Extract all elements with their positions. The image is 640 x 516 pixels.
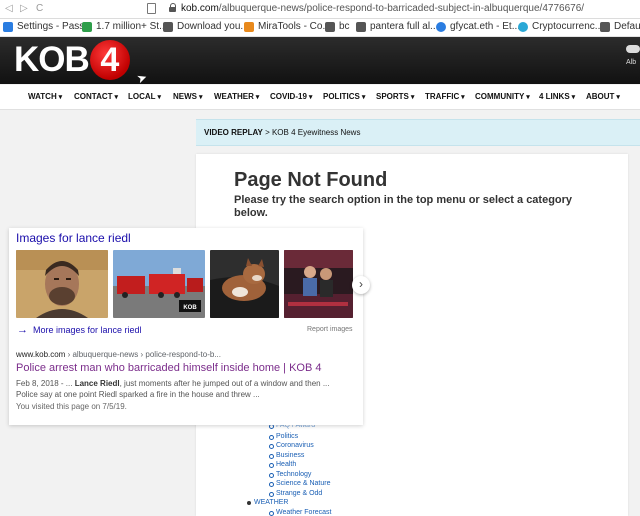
sitemap-weather[interactable]: WEATHER — [246, 499, 288, 506]
page-title: Page Not Found — [234, 169, 388, 191]
dog-image — [210, 250, 279, 318]
thumbnail-fire-trucks[interactable]: KOB — [113, 250, 205, 318]
logo-number: 4 — [89, 40, 130, 80]
nav-news[interactable]: NEWS — [173, 92, 202, 101]
sitemap-link[interactable]: Coronavirus — [269, 442, 314, 449]
cite-path: › albuquerque-news › police-respond-to-b… — [65, 350, 221, 359]
couple-image — [284, 250, 353, 318]
forward-icon[interactable]: ▷ — [20, 3, 28, 14]
result-cite: www.kob.com › albuquerque-news › police-… — [16, 350, 221, 359]
address-bar[interactable]: kob.com/albuquerque-news/police-respond-… — [181, 3, 584, 14]
cite-domain: www.kob.com — [16, 350, 66, 359]
site-favicon-icon — [82, 21, 92, 32]
more-images-label: More images for lance riedl — [33, 325, 142, 335]
nav-about[interactable]: ABOUT — [586, 92, 620, 101]
bookmark-item[interactable]: Default — [600, 21, 640, 32]
nav-sports[interactable]: SPORTS — [376, 92, 414, 101]
thumbnail-mugshot[interactable] — [16, 250, 108, 318]
fire-trucks-image: KOB — [113, 250, 205, 318]
bookmark-label: 1.7 million+ St... — [96, 21, 168, 32]
next-images-button[interactable]: › — [352, 276, 370, 294]
folder-icon — [325, 21, 335, 32]
sitemap-link[interactable]: Science & Nature — [268, 480, 330, 487]
cloud-icon — [626, 45, 640, 53]
nav-community[interactable]: COMMUNITY — [475, 92, 530, 101]
bookmark-label: gfycat.eth - Et... — [450, 21, 521, 32]
lock-icon[interactable] — [169, 3, 177, 12]
folder-icon — [600, 21, 610, 32]
visited-note: You visited this page on 7/5/19. — [16, 402, 127, 411]
bookmark-label: Default — [614, 21, 640, 32]
bookmark-item[interactable]: Cryptocurrenc... — [518, 21, 603, 32]
weather-location: Alb — [626, 59, 637, 66]
url-path: /albuquerque-news/police-respond-to-barr… — [218, 3, 585, 14]
nav-watch[interactable]: WATCH — [28, 92, 62, 101]
reload-icon[interactable]: C — [36, 3, 43, 14]
video-replay-banner[interactable]: VIDEO REPLAY > KOB 4 Eyewitness News — [196, 119, 640, 146]
bookmark-label: bc — [339, 21, 350, 32]
folder-icon — [356, 21, 366, 32]
bookmark-item[interactable]: Settings - Pass... — [3, 21, 93, 32]
settings-icon — [3, 21, 13, 32]
gfycat-favicon-icon — [436, 21, 446, 32]
thumbnail-couple[interactable] — [284, 250, 353, 318]
nav-weather[interactable]: WEATHER — [214, 92, 259, 101]
nav-traffic[interactable]: TRAFFIC — [425, 92, 465, 101]
bookmark-item[interactable]: MiraTools - Co... — [244, 21, 331, 32]
thumbnail-dog[interactable] — [210, 250, 279, 318]
sitemap-link[interactable]: Weather Forecast — [269, 509, 332, 516]
nav-politics[interactable]: POLITICS — [323, 92, 365, 101]
more-images-link[interactable]: → More images for lance riedl — [17, 324, 142, 336]
nav-contact[interactable]: CONTACT — [74, 92, 118, 101]
nav-local[interactable]: LOCAL — [128, 92, 161, 101]
site-header: KOB 4 Alb — [0, 37, 640, 84]
report-images-link[interactable]: Report images — [307, 326, 353, 333]
back-icon[interactable]: ◁ — [5, 3, 13, 14]
weather-widget[interactable]: Alb — [626, 45, 640, 66]
sitemap-link[interactable]: Business — [268, 452, 304, 459]
result-title-link[interactable]: Police arrest man who barricaded himself… — [16, 362, 322, 374]
bookmark-item[interactable]: 1.7 million+ St... — [82, 21, 167, 32]
globe-icon — [163, 21, 173, 32]
mugshot-image — [16, 250, 108, 318]
bookmark-label: Cryptocurrenc... — [532, 21, 604, 32]
breadcrumb-separator: > — [262, 128, 272, 137]
kob4-logo[interactable]: KOB 4 — [14, 40, 130, 80]
video-replay-label: VIDEO REPLAY — [204, 128, 263, 137]
bookmark-item[interactable]: gfycat.eth - Et... — [436, 21, 520, 32]
sitemap-link[interactable]: Strange & Odd — [268, 490, 322, 497]
snippet-date: Feb 8, 2018 - ... — [16, 379, 75, 388]
snippet-bold: Lance Riedl — [74, 379, 120, 388]
kob-badge: KOB — [183, 305, 197, 311]
url-domain: kob.com — [181, 3, 219, 14]
cloud-icon — [518, 21, 528, 32]
nav-covid[interactable]: COVID-19 — [270, 92, 312, 101]
arrow-right-icon: → — [17, 324, 28, 336]
browser-toolbar: ◁ ▷ C kob.com/albuquerque-news/police-re… — [0, 0, 640, 19]
sitemap-link[interactable]: Politics — [268, 433, 298, 440]
sitemap-link[interactable]: Health — [268, 461, 296, 468]
sitemap-link[interactable]: Technology — [268, 471, 311, 478]
main-nav: WATCH CONTACT LOCAL NEWS WEATHER COVID-1… — [0, 85, 640, 110]
bookmark-item[interactable]: pantera full al... — [356, 21, 438, 32]
bookmark-page-icon[interactable] — [147, 3, 156, 14]
result-snippet: Feb 8, 2018 - ... Lance Riedl, just mome… — [16, 378, 346, 400]
mira-favicon-icon — [244, 21, 254, 32]
video-replay-text: VIDEO REPLAY > KOB 4 Eyewitness News — [204, 128, 360, 137]
bookmarks-bar: Settings - Pass... 1.7 million+ St... Do… — [0, 19, 640, 37]
bookmark-label: pantera full al... — [370, 21, 439, 32]
images-title-link[interactable]: Images for lance riedl — [16, 231, 131, 245]
page-subtitle: Please try the search option in the top … — [234, 194, 573, 219]
bookmark-item[interactable]: Download you... — [163, 21, 249, 32]
video-replay-title: KOB 4 Eyewitness News — [271, 128, 361, 137]
logo-text: KOB — [14, 40, 90, 79]
bookmark-label: MiraTools - Co... — [258, 21, 331, 32]
nav-4links[interactable]: 4 LINKS — [539, 92, 575, 101]
bookmark-item[interactable]: bc — [325, 21, 350, 32]
bookmark-label: Download you... — [177, 21, 249, 32]
search-result-overlay: Images for lance riedl KOB › → More imag… — [9, 228, 370, 425]
